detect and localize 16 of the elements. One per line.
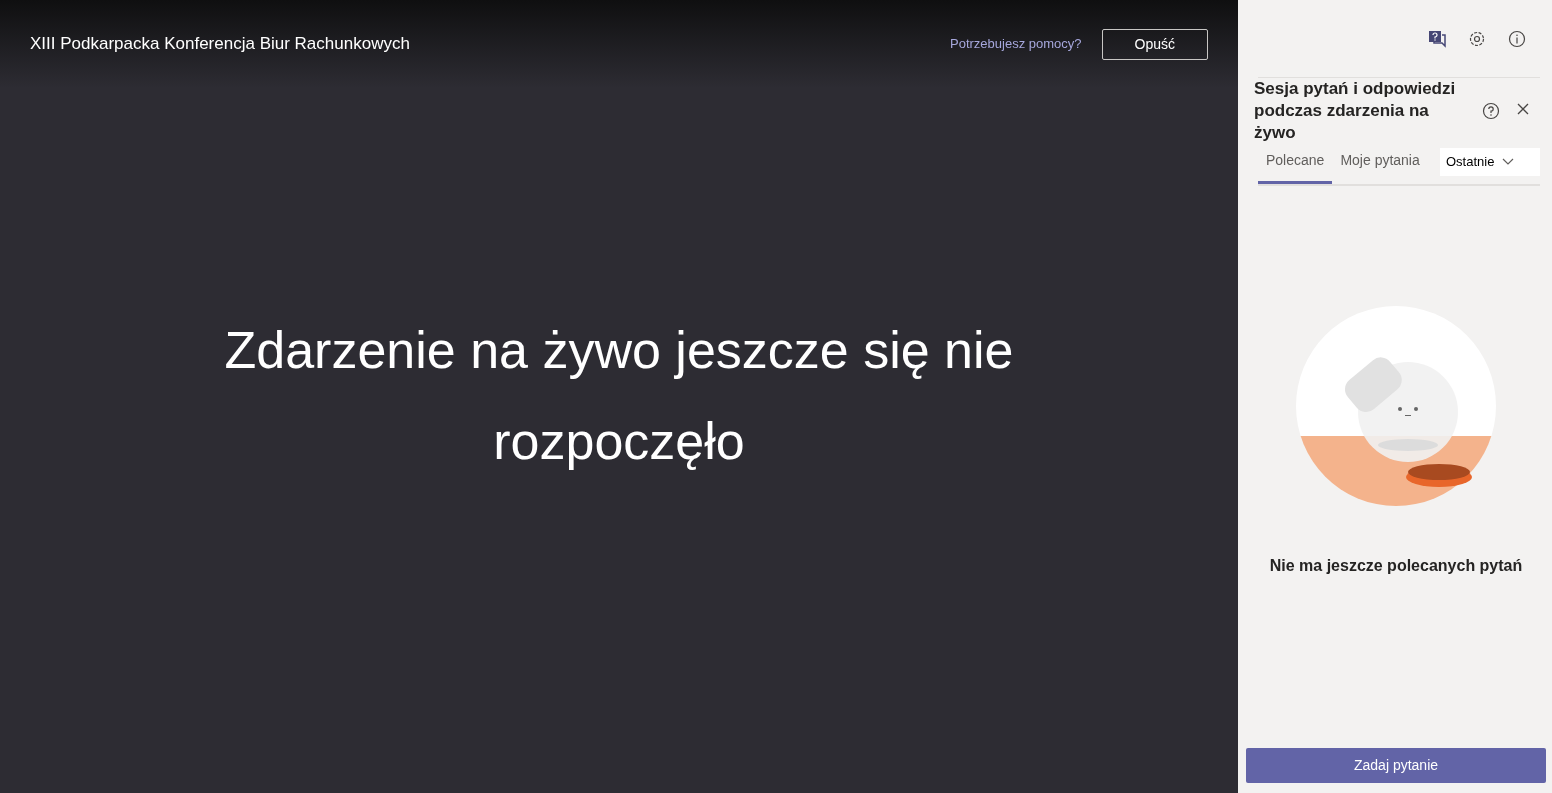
chevron-down-icon (1502, 158, 1515, 167)
help-icon[interactable] (1482, 102, 1500, 121)
sort-dropdown[interactable]: Ostatnie (1440, 148, 1540, 176)
panel-title: Sesja pytań i odpowiedzi podczas zdarzenia na żywo (1254, 78, 1457, 145)
settings-icon[interactable] (1468, 29, 1486, 48)
info-icon[interactable] (1508, 29, 1526, 48)
event-title: XIII Podkarpacka Konferencja Biur Rachunkowych (30, 33, 410, 56)
help-link[interactable]: Potrzebujesz pomocy? (950, 34, 1082, 54)
ask-question-button[interactable]: Zadaj pytanie (1246, 748, 1546, 783)
tab[interactable]: Polecane (1258, 144, 1333, 185)
close-icon[interactable] (1516, 102, 1530, 117)
leave-button[interactable]: Opuść (1101, 28, 1208, 60)
status-message: Zdarzenie na żywo jeszcze się nie rozpoczęło (223, 319, 1015, 472)
tab[interactable]: Moje pytania (1332, 144, 1428, 185)
empty-state-message: Nie ma jeszcze polecanych pytań (1269, 556, 1523, 577)
question-chat-icon[interactable] (1428, 29, 1446, 48)
